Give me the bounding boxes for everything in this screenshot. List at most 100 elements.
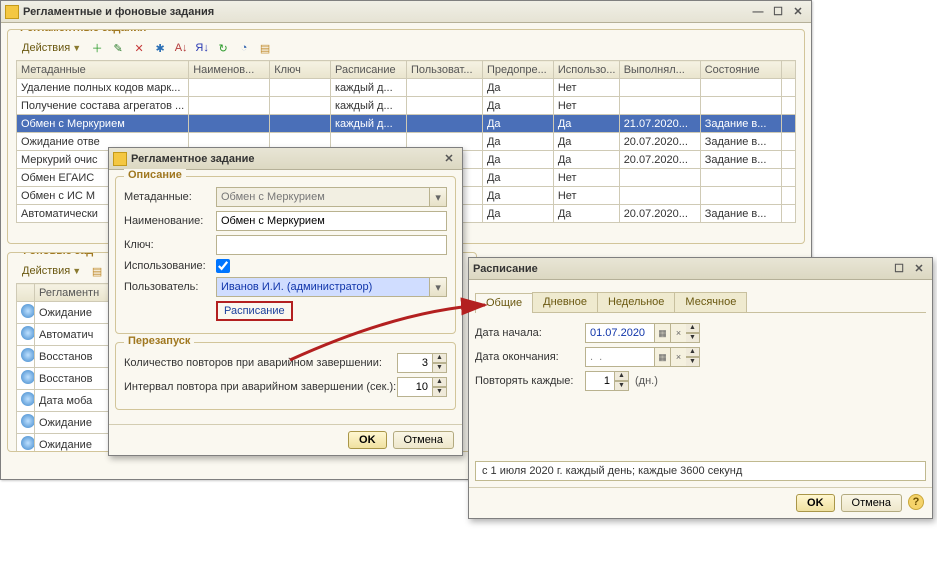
fld-name[interactable]	[216, 211, 447, 231]
col-name[interactable]: Наименов...	[189, 61, 270, 79]
spin-up-icon[interactable]: ▲	[686, 347, 700, 357]
col-key[interactable]: Ключ	[270, 61, 331, 79]
delete-icon[interactable]: ✕	[130, 39, 148, 57]
list-item[interactable]: Ожидание	[17, 302, 116, 324]
cell-ran	[619, 79, 700, 97]
calendar-icon[interactable]: ▦	[655, 323, 671, 343]
task-dialog-titlebar[interactable]: Регламентное задание ✕	[109, 148, 462, 170]
actions-menu[interactable]: Действия ▼	[18, 42, 85, 54]
maximize-icon[interactable]: ☐	[769, 5, 787, 19]
fld-user[interactable]	[216, 277, 430, 297]
globe-icon	[21, 348, 35, 362]
cell-pre: Да	[482, 79, 553, 97]
sort-desc-icon[interactable]: Я↓	[193, 39, 211, 57]
spin-up-icon[interactable]: ▲	[433, 353, 447, 363]
ok-button[interactable]: OK	[796, 494, 835, 512]
spin-up-icon[interactable]: ▲	[433, 377, 447, 387]
clear-icon[interactable]: ×	[671, 347, 687, 367]
fld-retry[interactable]	[397, 353, 433, 373]
user-dropdown-icon[interactable]: ▾	[430, 277, 447, 297]
list-item[interactable]: Дата моба	[17, 390, 116, 412]
add-icon[interactable]: ＋	[88, 39, 106, 57]
lbl-end-date: Дата окончания:	[475, 351, 585, 363]
description-group-label: Описание	[124, 169, 186, 181]
help-icon[interactable]: ?	[908, 494, 924, 510]
spin-up-icon[interactable]: ▲	[686, 323, 700, 333]
col-use[interactable]: Использо...	[553, 61, 619, 79]
col-user[interactable]: Пользоват...	[406, 61, 482, 79]
dropdown-icon[interactable]: ▾	[430, 187, 447, 207]
list-item[interactable]: Ожидание	[17, 412, 116, 434]
col-meta[interactable]: Метаданные	[17, 61, 189, 79]
globe-icon	[21, 304, 35, 318]
main-window-titlebar[interactable]: Регламентные и фоновые задания — ☐ ✕	[1, 1, 811, 23]
schedule-link[interactable]: Расписание	[216, 301, 293, 321]
edit-icon[interactable]: ✎	[109, 39, 127, 57]
fld-end-date[interactable]	[585, 347, 655, 367]
globe-icon	[21, 414, 35, 428]
cell-pre: Да	[482, 187, 553, 205]
bg-item-label: Ожидание	[35, 412, 116, 434]
cell-name	[189, 97, 270, 115]
list-item[interactable]: Восстанов	[17, 346, 116, 368]
refresh-icon[interactable]: ↻	[214, 39, 232, 57]
spin-down-icon[interactable]: ▼	[433, 387, 447, 397]
fld-start-date[interactable]	[585, 323, 655, 343]
bg-item-label: Ожидание	[35, 434, 116, 453]
maximize-icon[interactable]: ☐	[890, 262, 908, 276]
sort-asc-icon[interactable]: A↓	[172, 39, 190, 57]
minimize-icon[interactable]: —	[749, 5, 767, 19]
close-icon[interactable]: ✕	[910, 262, 928, 276]
tab-weekly[interactable]: Недельное	[597, 292, 675, 312]
bg-actions-menu[interactable]: Действия ▼	[18, 265, 85, 277]
cell-state: Задание в...	[700, 151, 781, 169]
close-icon[interactable]: ✕	[789, 5, 807, 19]
clear-icon[interactable]: ×	[671, 323, 687, 343]
calendar-icon[interactable]: ▦	[655, 347, 671, 367]
cell-user	[406, 79, 482, 97]
globe-icon	[21, 392, 35, 406]
close-icon[interactable]: ✕	[440, 152, 458, 166]
cell-meta: Получение состава агрегатов ...	[17, 97, 189, 115]
col-lastrun[interactable]: Выполнял...	[619, 61, 700, 79]
list-item[interactable]: Ожидание	[17, 434, 116, 453]
cell-state	[700, 187, 781, 205]
cell-ran: 20.07.2020...	[619, 151, 700, 169]
bg-item-label: Автоматич	[35, 324, 116, 346]
fld-repeat[interactable]	[585, 371, 615, 391]
cell-sched: каждый д...	[331, 79, 407, 97]
fld-interval[interactable]	[397, 377, 433, 397]
clock-icon[interactable]: ◔	[235, 39, 253, 57]
fld-key[interactable]	[216, 235, 447, 255]
schedule-window-titlebar[interactable]: Расписание ☐ ✕	[469, 258, 932, 280]
bg-item-label: Дата моба	[35, 390, 116, 412]
tab-monthly[interactable]: Месячное	[674, 292, 747, 312]
cancel-button[interactable]: Отмена	[841, 494, 902, 512]
tab-general[interactable]: Общие	[475, 293, 533, 313]
bg-icon-1[interactable]: ▤	[88, 262, 106, 280]
list-icon[interactable]: ▤	[256, 39, 274, 57]
spin-down-icon[interactable]: ▼	[615, 381, 629, 391]
bg-col-header[interactable]: Регламентн	[35, 284, 116, 302]
col-schedule[interactable]: Расписание	[331, 61, 407, 79]
tab-daily[interactable]: Дневное	[532, 292, 598, 312]
list-item[interactable]: Автоматич	[17, 324, 116, 346]
spin-down-icon[interactable]: ▼	[686, 357, 700, 367]
lbl-user: Пользователь:	[124, 281, 216, 293]
table-row[interactable]: Удаление полных кодов марк...каждый д...…	[17, 79, 796, 97]
find-icon[interactable]: ✱	[151, 39, 169, 57]
spin-up-icon[interactable]: ▲	[615, 371, 629, 381]
spin-down-icon[interactable]: ▼	[433, 363, 447, 373]
spin-down-icon[interactable]: ▼	[686, 333, 700, 343]
chk-use[interactable]	[216, 259, 230, 273]
list-item[interactable]: Восстанов	[17, 368, 116, 390]
table-row[interactable]: Обмен с Меркуриемкаждый д...ДаДа21.07.20…	[17, 115, 796, 133]
ok-button[interactable]: OK	[348, 431, 387, 449]
col-state[interactable]: Состояние	[700, 61, 781, 79]
cell-use: Нет	[553, 97, 619, 115]
bg-item-label: Восстанов	[35, 368, 116, 390]
cancel-button[interactable]: Отмена	[393, 431, 454, 449]
table-row[interactable]: Получение состава агрегатов ...каждый д.…	[17, 97, 796, 115]
col-predefined[interactable]: Предопре...	[482, 61, 553, 79]
fld-metadata	[216, 187, 430, 207]
